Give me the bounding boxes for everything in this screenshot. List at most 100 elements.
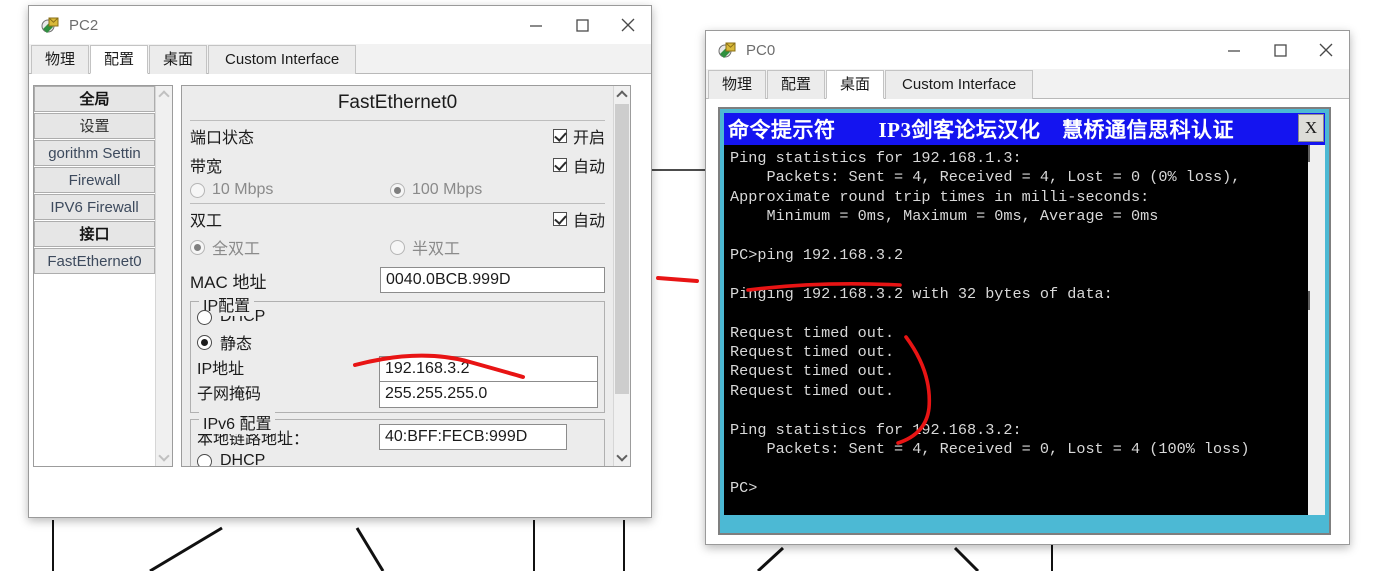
bandwidth-auto-checkbox[interactable]: 自动 [552, 153, 605, 177]
link-local-input[interactable]: 40:BFF:FECB:999D [379, 424, 567, 450]
command-prompt-titlebar[interactable]: 命令提示符 IP3剑客论坛汉化 慧桥通信思科认证 X [724, 113, 1325, 145]
pc2-tabstrip[interactable]: 物理 配置 桌面 Custom Interface [29, 44, 651, 74]
ip-address-input[interactable]: 192.168.3.2 [380, 357, 597, 382]
command-prompt-close-button[interactable]: X [1298, 114, 1324, 142]
minimize-icon[interactable] [513, 6, 559, 44]
tab-desktop[interactable]: 桌面 [149, 45, 208, 74]
ip-static-option[interactable]: 静态 [197, 328, 598, 356]
maximize-icon[interactable] [1257, 31, 1303, 69]
duplex-option-half[interactable]: 半双工 [390, 235, 460, 259]
scrollbar-thumb[interactable] [615, 104, 629, 394]
pc0-titlebar[interactable]: PC0 [706, 31, 1349, 69]
duplex-options[interactable]: 全双工 半双工 [190, 233, 605, 263]
port-status-label: 端口状态 [190, 130, 255, 147]
pc0-title: PC0 [746, 41, 776, 59]
tab-config[interactable]: 配置 [90, 45, 149, 74]
tab-desktop[interactable]: 桌面 [826, 70, 885, 99]
tab-physical[interactable]: 物理 [708, 70, 767, 99]
sidebar-scrollbar[interactable] [155, 86, 172, 466]
tab-config[interactable]: 配置 [767, 70, 826, 99]
scrollbar-thumb[interactable] [1308, 163, 1325, 293]
duplex-auto-label: 自动 [572, 213, 605, 230]
bandwidth-option-10mbps[interactable]: 10 Mbps [190, 181, 390, 199]
close-icon[interactable] [605, 6, 651, 44]
bandwidth-option-100mbps[interactable]: 100 Mbps [390, 181, 482, 199]
duplex-option-full[interactable]: 全双工 [190, 235, 390, 259]
sidebar-list[interactable]: 全局 设置 gorithm Settin Firewall IPV6 Firew… [34, 86, 155, 275]
sidebar-item-algorithm-settings[interactable]: gorithm Settin [34, 140, 155, 166]
ip-address-label: IP地址 [197, 361, 245, 378]
pc2-window[interactable]: PC2 物理 配置 桌面 Custom Interface 全局 设置 gori… [28, 5, 652, 518]
duplex-row: 双工 自动 [190, 204, 605, 233]
pc0-window-controls[interactable] [1211, 31, 1349, 69]
bandwidth-option-10mbps-label: 10 Mbps [212, 181, 274, 198]
sidebar-item-ipv6-firewall[interactable]: IPV6 Firewall [34, 194, 155, 220]
pc0-tabstrip[interactable]: 物理 配置 桌面 Custom Interface [706, 69, 1349, 99]
terminal-output-area[interactable]: Ping statistics for 192.168.1.3: Packets… [724, 145, 1325, 515]
packet-tracer-pc-icon [718, 40, 738, 60]
scroll-up-icon[interactable] [156, 86, 172, 103]
pc2-window-controls[interactable] [513, 6, 651, 44]
sidebar-item-firewall[interactable]: Firewall [34, 167, 155, 193]
scroll-down-icon[interactable] [156, 449, 172, 466]
radio-icon[interactable] [390, 239, 405, 255]
scroll-down-icon[interactable] [614, 449, 630, 466]
subnet-mask-input[interactable]: 255.255.255.0 [380, 382, 597, 407]
port-status-checkbox[interactable]: 开启 [552, 124, 605, 148]
ip-address-row: IP地址 子网掩码 192.168.3.2 255.255.255.0 [197, 356, 598, 408]
checkbox-icon[interactable] [552, 212, 567, 226]
radio-icon[interactable] [197, 453, 212, 466]
checkbox-icon[interactable] [552, 158, 567, 172]
radio-icon[interactable] [197, 309, 212, 325]
sidebar-item-settings[interactable]: 设置 [34, 113, 155, 139]
close-icon[interactable] [1303, 31, 1349, 69]
scroll-up-icon[interactable] [1308, 145, 1325, 163]
pc2-sidebar[interactable]: 全局 设置 gorithm Settin Firewall IPV6 Firew… [33, 85, 173, 467]
bandwidth-option-100mbps-label: 100 Mbps [412, 181, 483, 198]
config-panel-scrollbar[interactable] [613, 86, 630, 466]
radio-icon[interactable] [190, 239, 205, 255]
scroll-down-icon[interactable] [1308, 291, 1325, 311]
sidebar-item-fastethernet0[interactable]: FastEthernet0 [34, 248, 155, 274]
tab-physical[interactable]: 物理 [31, 45, 90, 74]
bandwidth-options[interactable]: 10 Mbps 100 Mbps [190, 179, 605, 204]
scroll-up-icon[interactable] [614, 86, 630, 103]
duplex-option-half-label: 半双工 [412, 241, 461, 258]
command-prompt-window[interactable]: 命令提示符 IP3剑客论坛汉化 慧桥通信思科认证 X Ping statisti… [718, 107, 1331, 535]
pc2-config-panel: FastEthernet0 端口状态 开启 带宽 自动 10 Mbps 100 … [181, 85, 631, 467]
ip-static-label: 静态 [220, 336, 253, 353]
port-status-checkbox-label: 开启 [572, 130, 605, 147]
ip-fields[interactable]: 192.168.3.2 255.255.255.0 [379, 356, 598, 408]
pc0-window[interactable]: PC0 物理 配置 桌面 Custom Interface 命令提示符 IP3剑… [705, 30, 1350, 545]
mac-address-row: MAC 地址 0040.0BCB.999D [190, 263, 605, 295]
tab-custom-interface[interactable]: Custom Interface [208, 45, 357, 74]
terminal-scrollbar[interactable] [1308, 145, 1325, 515]
mac-address-label: MAC 地址 [190, 272, 267, 292]
checkbox-icon[interactable] [552, 129, 567, 143]
duplex-label: 双工 [190, 213, 223, 230]
ipv6-configuration-group: IPv6 配置 本地链路地址： 40:BFF:FECB:999D DHCP [190, 410, 605, 466]
duplex-option-full-label: 全双工 [212, 241, 261, 258]
pc0-body: 命令提示符 IP3剑客论坛汉化 慧桥通信思科认证 X Ping statisti… [706, 99, 1349, 544]
radio-icon[interactable] [390, 182, 405, 198]
subnet-mask-label: 子网掩码 [197, 386, 262, 403]
sidebar-item-global[interactable]: 全局 [34, 86, 155, 112]
duplex-auto-checkbox[interactable]: 自动 [552, 207, 605, 231]
terminal-text: Ping statistics for 192.168.1.3: Packets… [730, 149, 1250, 497]
radio-icon[interactable] [197, 334, 212, 350]
ipv6-dhcp-option[interactable]: DHCP [197, 450, 598, 466]
ip-configuration-group: IP配置 DHCP 静态 IP地址 子网掩码 192.168.3.2 255.2… [190, 292, 605, 413]
pc2-body: 全局 设置 gorithm Settin Firewall IPV6 Firew… [29, 74, 651, 517]
bandwidth-label: 带宽 [190, 159, 223, 176]
ipv6-configuration-title: IPv6 配置 [199, 410, 276, 434]
bandwidth-row: 带宽 自动 [190, 150, 605, 179]
minimize-icon[interactable] [1211, 31, 1257, 69]
pc2-titlebar[interactable]: PC2 [29, 6, 651, 44]
port-status-row: 端口状态 开启 [190, 121, 605, 150]
ip-dhcp-option[interactable]: DHCP [197, 306, 598, 328]
tab-custom-interface[interactable]: Custom Interface [885, 70, 1034, 99]
mac-address-input[interactable]: 0040.0BCB.999D [380, 267, 605, 293]
radio-icon[interactable] [190, 182, 205, 198]
sidebar-item-interfaces[interactable]: 接口 [34, 221, 155, 247]
maximize-icon[interactable] [559, 6, 605, 44]
